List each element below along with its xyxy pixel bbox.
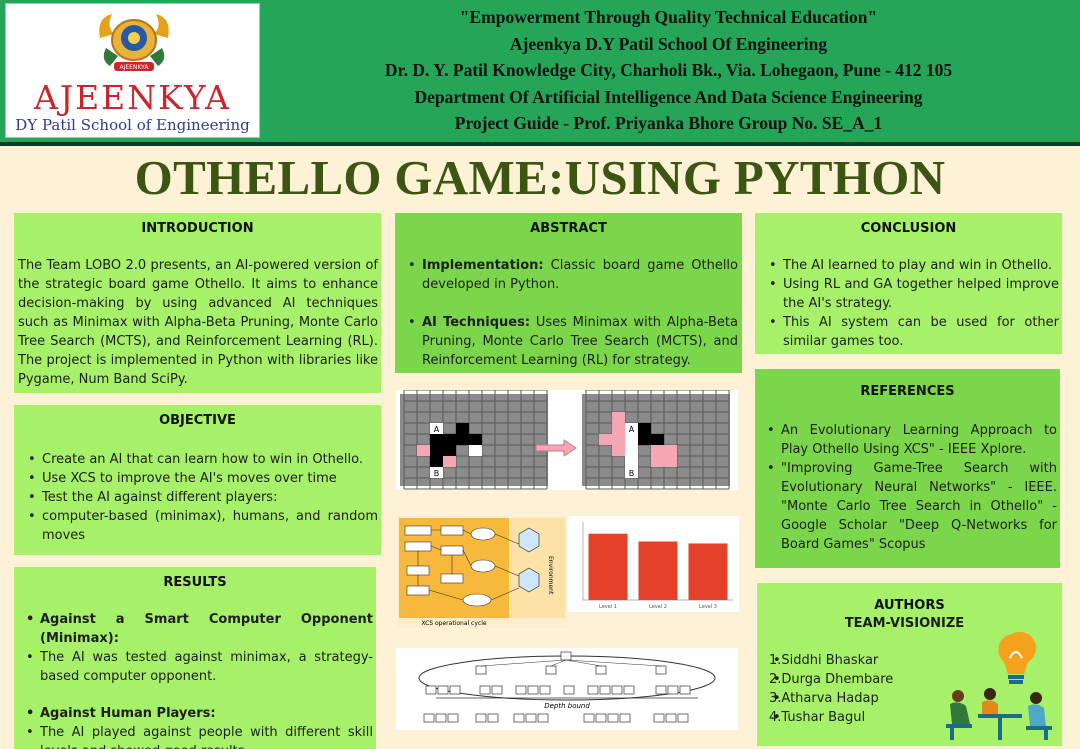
college-emblem-icon: AJEENKYA: [99, 14, 169, 71]
chart-tick-label: Level 2: [649, 604, 667, 610]
header-motto: "Empowerment Through Quality Technical E…: [459, 7, 878, 27]
introduction-heading: INTRODUCTION: [141, 221, 254, 236]
objective-item: computer-based (minimax), humans, and ra…: [24, 507, 378, 545]
chart-bar: [688, 543, 728, 600]
abstract-heading: ABSTRACT: [530, 221, 607, 236]
team-illustration-icon: [946, 631, 1052, 740]
results-heading: RESULTS: [163, 575, 227, 590]
chart-tick-label: Level 3: [699, 604, 717, 610]
reference-item: An Evolutionary Learning Approach to Pla…: [763, 421, 1057, 459]
poster-title: OTHELLO GAME:USING PYTHON: [134, 150, 946, 205]
college-logo: AJEENKYA AJEENKYA DY Patil School of Eng…: [5, 3, 260, 138]
othello-board-figure: A B A B: [396, 389, 738, 490]
xcs-caption: XCS operational cycle: [421, 620, 486, 627]
chart-bar: [638, 541, 678, 600]
header-college: Ajeenkya D.Y Patil School Of Engineering: [509, 33, 828, 54]
chart-bar: [588, 533, 628, 600]
results-panel: RESULTS Against a Smart Computer Opponen…: [14, 567, 376, 749]
results-group-title: Against Human Players:: [22, 704, 373, 723]
conclusion-item: This AI system can be used for other sim…: [765, 313, 1059, 351]
abstract-item: Implementation: Classic board game Othel…: [404, 256, 738, 294]
game-tree-figure: Depth bound: [396, 648, 738, 730]
abstract-item-label: Implementation:: [422, 258, 544, 273]
authors-panel: AUTHORS TEAM-VISIONIZE 1.Siddhi Bhaskar …: [757, 583, 1062, 746]
performance-bar-chart: Level 1 Level 2 Level 3: [567, 516, 739, 612]
objective-heading: OBJECTIVE: [159, 413, 236, 428]
abstract-item: AI Techniques: Uses Minimax with Alpha-B…: [404, 313, 738, 370]
references-panel: REFERENCES An Evolutionary Learning Appr…: [755, 369, 1060, 568]
board-label-a: A: [629, 425, 635, 434]
board-before: A B: [400, 389, 548, 490]
xcs-flow-diagram: Environment XCS operational cycle: [399, 518, 565, 627]
header-banner: AJEENKYA AJEENKYA DY Patil School of Eng…: [0, 0, 1080, 146]
abstract-panel: ABSTRACT Implementation: Classic board g…: [395, 213, 742, 373]
introduction-text: The Team LOBO 2.0 presents, an AI-powere…: [18, 258, 378, 387]
board-label-a: A: [434, 425, 440, 434]
results-group-detail: The AI was tested against minimax, a str…: [22, 648, 373, 686]
game-tree-diagram: Depth bound: [418, 651, 716, 723]
header-address: Dr. D. Y. Patil Knowledge City, Charholi…: [384, 60, 953, 81]
lightbulb-icon: [998, 631, 1037, 684]
conclusion-panel: CONCLUSION The AI learned to play and wi…: [755, 213, 1062, 354]
references-heading: REFERENCES: [860, 384, 955, 399]
objective-item: Use XCS to improve the AI's moves over t…: [24, 469, 378, 488]
xcs-environment-label: Environment: [547, 556, 554, 595]
objective-panel: OBJECTIVE Create an AI that can learn ho…: [14, 405, 381, 555]
introduction-panel: INTRODUCTION The Team LOBO 2.0 presents,…: [14, 213, 381, 393]
conclusion-item: Using RL and GA together helped improve …: [765, 275, 1059, 313]
conclusion-heading: CONCLUSION: [860, 221, 957, 236]
emblem-badge-text: AJEENKYA: [120, 64, 150, 71]
bar-chart-svg: Level 1 Level 2 Level 3: [582, 522, 733, 610]
header-text: "Empowerment Through Quality Technical E…: [265, 4, 1072, 137]
board-after: A B: [582, 389, 730, 490]
logo-brand-text: AJEENKYA: [34, 78, 231, 117]
tree-depth-caption: Depth bound: [544, 702, 590, 710]
abstract-item-label: AI Techniques:: [422, 315, 531, 330]
results-group-detail: The AI played against people with differ…: [22, 723, 373, 749]
board-label-b: B: [629, 469, 635, 478]
results-group-title: Against a Smart Computer Opponent (Minim…: [22, 610, 373, 648]
header-guide: Project Guide - Prof. Priyanka Bhore Gro…: [454, 113, 883, 134]
othello-board-diagram: A B A B: [400, 389, 730, 490]
objective-item: Test the AI against different players:: [24, 488, 378, 507]
board-label-b: B: [434, 469, 440, 478]
logo-subtitle: DY Patil School of Engineering: [15, 116, 250, 134]
authors-heading: AUTHORS: [874, 598, 945, 613]
chart-tick-label: Level 1: [599, 604, 617, 610]
xcs-cycle-diagram: Environment XCS operational cycle: [397, 516, 567, 628]
reference-item: "Improving Game-Tree Search with Evoluti…: [763, 459, 1057, 554]
objective-item: Create an AI that can learn how to win i…: [24, 450, 378, 469]
header-department: Department Of Artificial Intelligence An…: [414, 86, 923, 107]
conclusion-item: The AI learned to play and win in Othell…: [765, 256, 1059, 275]
